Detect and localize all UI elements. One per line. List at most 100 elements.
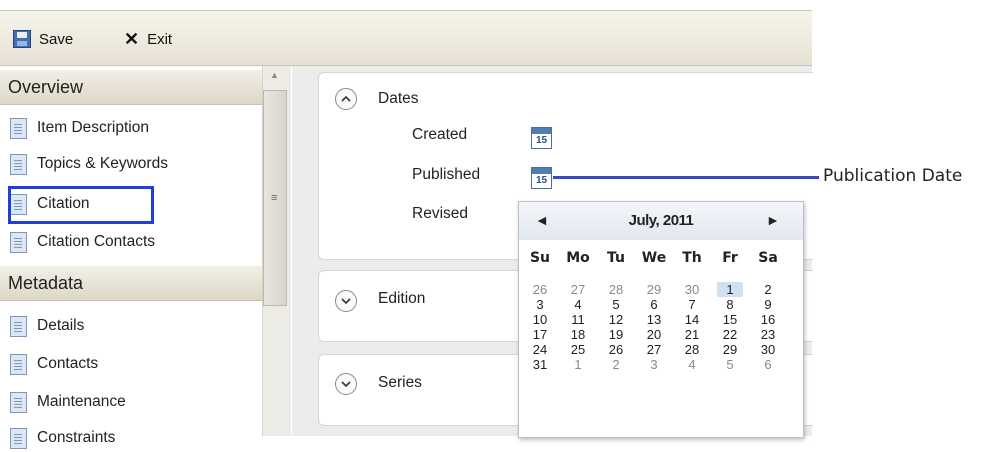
exit-button[interactable]: ✕ Exit — [124, 28, 172, 50]
expand-series-button[interactable] — [335, 373, 357, 395]
calendar-day[interactable]: 30 — [679, 282, 705, 297]
sidebar-item-label: Citation Contacts — [37, 233, 156, 250]
calendar-day[interactable]: 26 — [603, 342, 629, 357]
calendar-day[interactable]: 6 — [755, 357, 781, 372]
selection-highlight — [8, 186, 154, 224]
calendar-day[interactable]: 28 — [679, 342, 705, 357]
calendar-day[interactable]: 20 — [641, 327, 667, 342]
sidebar-item-label: Details — [37, 317, 85, 334]
section-header-metadata[interactable]: Metadata — [0, 266, 262, 301]
calendar-icon[interactable]: 15 — [531, 167, 552, 189]
chevron-down-icon — [341, 298, 351, 305]
grip-icon: ≡ — [271, 192, 278, 204]
calendar-day[interactable]: 1 — [565, 357, 591, 372]
callout-line — [553, 176, 819, 179]
calendar-day[interactable]: 7 — [679, 297, 705, 312]
calendar-day[interactable]: 12 — [603, 312, 629, 327]
sidebar-item-maintenance[interactable]: Maintenance — [10, 388, 126, 416]
revised-label: Revised — [412, 205, 468, 222]
calendar-day[interactable]: 23 — [755, 327, 781, 342]
calendar-day[interactable]: 5 — [717, 357, 743, 372]
calendar-day[interactable]: 13 — [641, 312, 667, 327]
calendar-day[interactable]: 24 — [527, 342, 553, 357]
calendar-day[interactable]: 29 — [641, 282, 667, 297]
sidebar-item-label: Maintenance — [37, 393, 126, 410]
calendar-day[interactable]: 1 — [717, 282, 743, 297]
calendar-day[interactable]: 16 — [755, 312, 781, 327]
weekday-header: Tu — [607, 250, 625, 266]
sidebar-item-constraints[interactable]: Constraints — [10, 424, 115, 452]
weekday-header: Sa — [758, 250, 778, 266]
calendar-day[interactable]: 18 — [565, 327, 591, 342]
weekday-header: Th — [682, 250, 702, 266]
calendar-day[interactable]: 31 — [527, 357, 553, 372]
section-header-overview[interactable]: Overview — [0, 70, 262, 105]
save-button[interactable]: Save — [13, 28, 73, 50]
calendar-day[interactable]: 27 — [565, 282, 591, 297]
weekday-header: Fr — [722, 250, 738, 266]
scroll-up-arrow-icon[interactable]: ▲ — [270, 70, 279, 80]
calendar-icon-day: 15 — [535, 135, 548, 146]
calendar-day[interactable]: 10 — [527, 312, 553, 327]
sidebar-item-label: Topics & Keywords — [37, 155, 168, 172]
date-picker-header: ◄ July, 2011 ► — [519, 202, 803, 240]
sidebar-item-details[interactable]: Details — [10, 312, 84, 340]
edition-title: Edition — [378, 290, 426, 307]
calendar-icon[interactable]: 15 — [531, 127, 552, 149]
calendar-day[interactable]: 21 — [679, 327, 705, 342]
created-label: Created — [412, 126, 468, 143]
sidebar-item-contacts[interactable]: Contacts — [10, 350, 98, 378]
close-icon: ✕ — [124, 28, 140, 49]
weekday-header: Mo — [566, 250, 590, 266]
month-title[interactable]: July, 2011 — [519, 212, 803, 229]
sidebar-item-label: Constraints — [37, 429, 116, 446]
calendar-day[interactable]: 11 — [565, 312, 591, 327]
calendar-day[interactable]: 29 — [717, 342, 743, 357]
page-icon — [10, 315, 27, 337]
floppy-disk-icon — [13, 30, 31, 48]
calendar-day[interactable]: 15 — [717, 312, 743, 327]
sidebar-item-citation-contacts[interactable]: Citation Contacts — [10, 228, 155, 256]
calendar-day[interactable]: 14 — [679, 312, 705, 327]
sidebar-item-label: Item Description — [37, 119, 149, 136]
page-icon — [10, 353, 27, 375]
calendar-day[interactable]: 4 — [679, 357, 705, 372]
calendar-day[interactable]: 5 — [603, 297, 629, 312]
sidebar-item-topics-keywords[interactable]: Topics & Keywords — [10, 150, 168, 178]
calendar-day[interactable]: 2 — [603, 357, 629, 372]
chevron-up-icon — [341, 95, 351, 102]
expand-edition-button[interactable] — [335, 290, 357, 312]
calendar-day[interactable]: 26 — [527, 282, 553, 297]
save-label: Save — [39, 30, 74, 48]
next-month-arrow-icon[interactable]: ► — [766, 212, 780, 228]
calendar-day[interactable]: 19 — [603, 327, 629, 342]
sidebar-item-item-description[interactable]: Item Description — [10, 114, 149, 142]
published-label: Published — [412, 166, 481, 183]
calendar-day[interactable]: 8 — [717, 297, 743, 312]
page-icon — [10, 231, 27, 253]
toolbar: Save ✕ Exit — [0, 10, 812, 66]
callout-label: Publication Date — [823, 166, 963, 186]
calendar-day[interactable]: 30 — [755, 342, 781, 357]
dates-title: Dates — [378, 90, 419, 107]
collapse-dates-button[interactable] — [335, 88, 357, 110]
calendar-day[interactable]: 25 — [565, 342, 591, 357]
calendar-day[interactable]: 3 — [641, 357, 667, 372]
page-icon — [10, 117, 27, 139]
weekday-header: We — [641, 250, 667, 266]
page-icon — [10, 391, 27, 413]
page-icon — [10, 153, 27, 175]
calendar-day[interactable]: 17 — [527, 327, 553, 342]
calendar-day[interactable]: 9 — [755, 297, 781, 312]
calendar-day[interactable]: 6 — [641, 297, 667, 312]
calendar-day[interactable]: 4 — [565, 297, 591, 312]
calendar-day[interactable]: 2 — [755, 282, 781, 297]
calendar-day[interactable]: 27 — [641, 342, 667, 357]
calendar-day[interactable]: 22 — [717, 327, 743, 342]
calendar-day[interactable]: 28 — [603, 282, 629, 297]
calendar-icon-day: 15 — [535, 175, 548, 186]
weekday-header: Su — [529, 250, 551, 266]
page-icon — [10, 427, 27, 449]
calendar-day[interactable]: 3 — [527, 297, 553, 312]
sidebar-item-label: Contacts — [37, 355, 99, 372]
